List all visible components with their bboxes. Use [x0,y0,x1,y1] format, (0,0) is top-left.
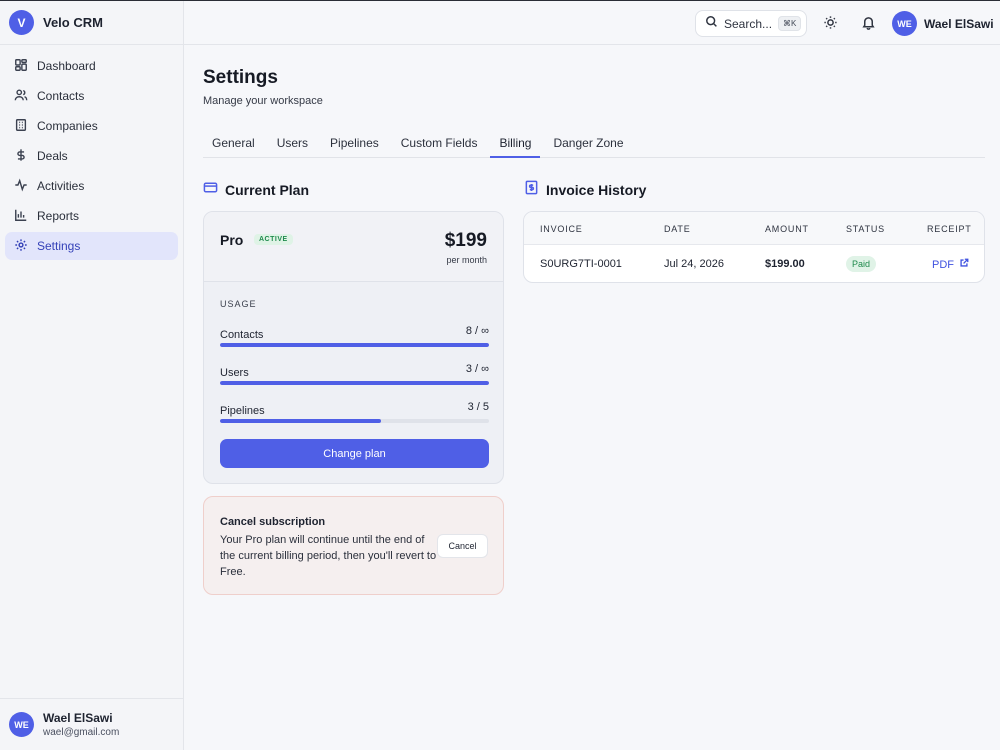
table-header: INVOICE DATE AMOUNT STATUS RECEIPT [524,212,984,245]
cancel-subscription-button[interactable]: Cancel [437,534,488,558]
tab-users[interactable]: Users [268,131,317,158]
section-title: Invoice History [546,182,647,198]
dashboard-icon [14,58,28,75]
cancel-subscription-card: Cancel subscription Your Pro plan will c… [203,496,504,595]
usage-row-pipelines: Pipelines 3 / 5 [220,401,489,423]
receipt-link-label: PDF [932,258,954,271]
topbar: Search... ⌘K WE Wael ElSawi [184,1,1000,45]
sidebar-item-companies[interactable]: Companies [5,112,178,140]
tab-custom-fields[interactable]: Custom Fields [392,131,487,158]
section-title: Current Plan [225,182,310,198]
credit-card-icon [203,180,218,200]
change-plan-button[interactable]: Change plan [220,439,489,468]
tab-billing[interactable]: Billing [490,131,541,158]
tab-danger-zone[interactable]: Danger Zone [544,131,632,158]
sidebar-item-label: Contacts [37,89,85,103]
sun-icon [823,16,838,34]
usage-label: Pipelines [220,405,265,417]
bell-icon [861,17,876,34]
user-name: Wael ElSawi [43,711,113,725]
invoice-number: S0URG7TI-0001 [540,258,622,270]
brand-logo: V [9,10,34,35]
receipt-pdf-link[interactable]: PDF [932,258,969,271]
sidebar-user[interactable]: WE Wael ElSawi wael@gmail.com [0,698,183,750]
sidebar-item-activities[interactable]: Activities [5,172,178,200]
current-plan-heading: Current Plan [203,180,309,200]
avatar: WE [892,11,917,36]
sidebar-nav: Dashboard Contacts Companies Deals Activ… [0,45,183,269]
invoice-history-heading: Invoice History [524,180,646,200]
brand[interactable]: V Velo CRM [0,1,183,45]
tab-pipelines[interactable]: Pipelines [321,131,388,158]
notifications-button[interactable] [861,15,876,30]
status-badge: ACTIVE [254,234,293,245]
plan-period: per month [446,255,487,265]
invoice-table: INVOICE DATE AMOUNT STATUS RECEIPT S0URG… [523,211,985,283]
cancel-description: Your Pro plan will continue until the en… [220,534,437,578]
column-header: AMOUNT [765,224,809,234]
users-icon [14,88,28,105]
sidebar-item-label: Dashboard [37,59,96,73]
usage-title: USAGE [220,299,257,309]
usage-label: Contacts [220,329,264,341]
table-row: S0URG7TI-0001 Jul 24, 2026 $199.00 Paid … [524,245,984,282]
theme-toggle-button[interactable] [823,15,838,30]
plan-header: Pro ACTIVE $199 per month [204,212,503,282]
sidebar-item-label: Reports [37,209,80,223]
usage-bar [220,381,489,385]
search-button[interactable]: Search... ⌘K [695,10,807,37]
sidebar-item-deals[interactable]: Deals [5,142,178,170]
usage-bar-fill [220,381,489,385]
sidebar-item-contacts[interactable]: Contacts [5,82,178,110]
column-header: STATUS [846,224,885,234]
status-badge: Paid [846,256,877,272]
column-header: INVOICE [540,224,583,234]
brand-name: Velo CRM [43,15,103,30]
tab-general[interactable]: General [203,131,264,158]
plan-price: $199 [444,230,487,251]
user-name: Wael ElSawi [924,16,994,31]
search-shortcut: ⌘K [778,16,802,31]
usage-bar [220,343,489,347]
activity-icon [14,178,28,195]
user-menu[interactable]: WE Wael ElSawi [892,11,994,36]
search-icon [705,15,718,33]
avatar: WE [9,712,34,737]
usage-value: 3 / ∞ [465,363,489,375]
gear-icon [14,238,28,255]
usage-bar [220,419,489,423]
sidebar-item-label: Settings [37,239,81,253]
building-icon [14,118,28,135]
search-label: Search... [724,16,773,31]
bar-chart-icon [14,208,28,225]
invoice-amount: $199.00 [765,258,805,270]
usage-value: 8 / ∞ [465,325,489,337]
sidebar: V Velo CRM Dashboard Contacts Companies … [0,1,184,750]
sidebar-item-label: Companies [37,119,98,133]
page-subtitle: Manage your workspace [203,95,323,107]
receipt-icon [524,180,539,200]
sidebar-item-settings[interactable]: Settings [5,232,178,260]
usage-label: Users [220,367,249,379]
sidebar-item-label: Activities [37,179,85,193]
sidebar-item-label: Deals [37,149,68,163]
settings-tabs: General Users Pipelines Custom Fields Bi… [203,131,985,158]
usage-row-users: Users 3 / ∞ [220,363,489,385]
invoice-date: Jul 24, 2026 [664,258,724,270]
usage-value: 3 / 5 [467,401,489,413]
page-title: Settings [203,67,278,88]
cancel-title: Cancel subscription [220,516,326,528]
usage-bar-fill [220,343,489,347]
column-header: RECEIPT [927,224,972,234]
external-link-icon [954,258,969,271]
column-header: DATE [664,224,691,234]
user-email: wael@gmail.com [43,727,120,738]
sidebar-item-reports[interactable]: Reports [5,202,178,230]
usage-row-contacts: Contacts 8 / ∞ [220,325,489,347]
plan-name: Pro [220,232,244,248]
dollar-icon [14,148,28,165]
sidebar-item-dashboard[interactable]: Dashboard [5,52,178,80]
plan-card: Pro ACTIVE $199 per month USAGE Contacts… [203,211,504,484]
usage-bar-fill [220,419,382,423]
